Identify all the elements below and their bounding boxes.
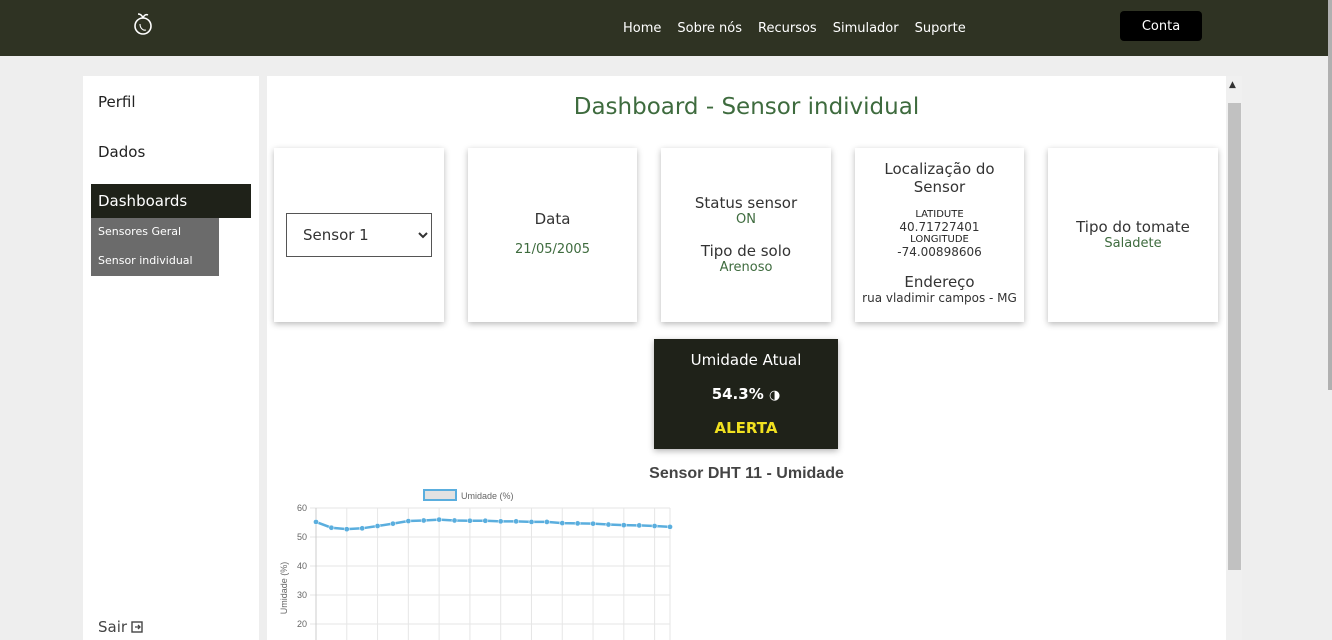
data-point (313, 519, 319, 525)
address-label: Endereço (904, 273, 975, 291)
data-point (467, 517, 473, 524)
data-point (420, 517, 427, 524)
nav-link-recursos[interactable]: Recursos (758, 21, 817, 36)
humidity-alert: ALERTA (714, 419, 778, 437)
submenu-item-sensores-geral[interactable]: Sensores Geral (98, 225, 181, 238)
data-point (405, 518, 412, 524)
nav-link-home[interactable]: Home (623, 21, 661, 36)
data-point (528, 519, 535, 525)
y-axis-label: Umidade (%) (279, 562, 289, 615)
sidebar-item-perfil[interactable]: Perfil (98, 93, 136, 111)
nav-link-sobre-nos[interactable]: Sobre nós (677, 21, 742, 36)
data-point (544, 519, 550, 525)
tomato-value: Saladete (1104, 236, 1162, 251)
data-point (328, 524, 335, 531)
submenu-item-sensor-individual[interactable]: Sensor individual (98, 254, 193, 267)
y-tick-label: 50 (297, 532, 307, 542)
humidity-value-row: 54.3% ◑ (654, 385, 838, 403)
data-point (620, 522, 627, 528)
status-label: Status sensor (694, 194, 798, 212)
humidity-line-chart: 20 30 40 50 60 Umidade (%) Umidade (%) (279, 489, 673, 640)
legend-swatch (423, 489, 457, 501)
sensor-select-card: Sensor 1 (274, 148, 444, 322)
legend-label: Umidade (%) (461, 491, 514, 501)
page-scrollbar-thumb[interactable] (1328, 0, 1332, 390)
data-point (636, 522, 643, 529)
longitude-value: -74.00898606 (897, 245, 982, 259)
location-title-line2: Sensor (913, 178, 966, 196)
address-value: rua vladimir campos - MG (862, 291, 1017, 305)
tomato-logo-icon[interactable] (132, 12, 154, 36)
status-value: ON (736, 212, 756, 227)
data-point (436, 516, 442, 523)
data-point (390, 520, 396, 527)
date-card: Data 21/05/2005 (468, 148, 637, 322)
data-point (667, 524, 673, 530)
dashboards-submenu: Sensores Geral Sensor individual (91, 218, 219, 276)
latitude-value: 40.71727401 (899, 220, 980, 234)
y-tick-label: 60 (297, 503, 307, 513)
main-nav: Home Sobre nós Recursos Simulador Suport… (615, 0, 974, 56)
data-point (451, 517, 458, 524)
y-tick-label: 20 (297, 619, 307, 629)
series-line (315, 518, 671, 531)
main-content: Dashboard - Sensor individual Sensor 1 D… (267, 76, 1226, 640)
location-card: Localização do Sensor LATIDUTE 40.717274… (855, 148, 1024, 322)
date-label: Data (534, 210, 571, 228)
data-point (651, 523, 658, 529)
tomato-card: Tipo do tomate Saladete (1048, 148, 1218, 322)
data-point (605, 521, 612, 528)
sensor-select[interactable]: Sensor 1 (286, 213, 432, 257)
current-humidity-panel: Umidade Atual 54.3% ◑ ALERTA (654, 339, 838, 449)
y-tick-label: 40 (297, 561, 307, 571)
data-point (590, 520, 596, 527)
logout-button[interactable]: Sair (98, 618, 144, 636)
nav-link-simulador[interactable]: Simulador (833, 21, 899, 36)
account-button[interactable]: Conta (1120, 11, 1202, 41)
top-navbar: Home Sobre nós Recursos Simulador Suport… (0, 0, 1332, 56)
page-title: Dashboard - Sensor individual (573, 94, 920, 120)
sidebar: Perfil Dados Dashboards Sensores Geral S… (83, 76, 259, 640)
sidebar-item-dashboards[interactable]: Dashboards (91, 184, 251, 218)
humidity-value: 54.3% (711, 385, 764, 403)
logout-icon (131, 621, 143, 633)
tomato-label: Tipo do tomate (1076, 218, 1190, 236)
location-title-line1: Localização do (884, 160, 995, 178)
longitude-label: LONGITUDE (910, 234, 969, 245)
humidity-label: Umidade Atual (690, 351, 802, 369)
data-point (574, 520, 581, 527)
chart-title: Sensor DHT 11 - Umidade (649, 465, 844, 482)
y-tick-label: 30 (297, 590, 307, 600)
data-point (559, 520, 566, 526)
data-point (482, 517, 489, 524)
data-point (497, 518, 504, 525)
data-point (359, 525, 366, 532)
location-title: Localização do Sensor (855, 160, 1024, 196)
scroll-up-arrow-icon[interactable]: ▲ (1229, 80, 1236, 90)
data-point (513, 518, 519, 525)
latitude-label: LATIDUTE (915, 209, 964, 220)
sidebar-item-dados[interactable]: Dados (98, 143, 145, 161)
date-value: 21/05/2005 (515, 242, 590, 257)
logout-label: Sair (98, 618, 128, 636)
data-point (374, 523, 381, 529)
scrollbar-thumb[interactable] (1228, 103, 1241, 570)
soil-label: Tipo de solo (700, 242, 792, 260)
half-circle-icon: ◑ (768, 388, 781, 403)
status-card: Status sensor ON Tipo de solo Arenoso (661, 148, 831, 322)
nav-link-suporte[interactable]: Suporte (915, 21, 966, 36)
data-point (343, 526, 350, 533)
soil-value: Arenoso (719, 260, 773, 275)
